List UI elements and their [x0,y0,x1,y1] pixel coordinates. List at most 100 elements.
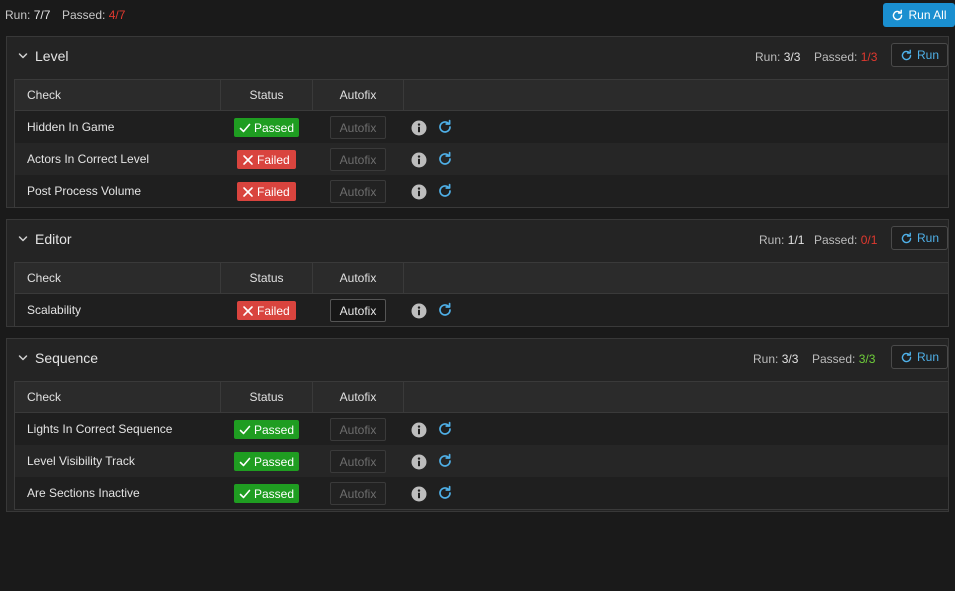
info-icon[interactable] [411,422,427,438]
chevron-down-icon[interactable] [17,352,29,364]
section-level: Level Run: 3/3 Passed: 1/3 Run Check Sta… [6,36,949,208]
refresh-icon[interactable] [437,302,453,318]
status-badge: Failed [237,182,296,201]
x-icon [242,154,254,166]
refresh-icon[interactable] [437,151,453,167]
status-badge: Passed [234,118,299,137]
column-check[interactable]: Check [27,80,61,110]
section-header[interactable]: Editor Run: 1/1 Passed: 0/1 Run [7,220,948,260]
check-icon [239,424,251,436]
autofix-button[interactable]: Autofix [330,299,386,322]
run-button-label: Run [916,48,939,62]
refresh-icon[interactable] [437,421,453,437]
info-icon[interactable] [411,120,427,136]
checks-table: Check Status Autofix Lights In Correct S… [14,381,949,510]
section-passed-label: Passed: [812,352,856,366]
autofix-button: Autofix [330,116,386,139]
section-passed-value: 1/3 [860,50,878,64]
run-button[interactable]: Run [891,226,948,250]
autofix-button: Autofix [330,180,386,203]
refresh-icon[interactable] [437,183,453,199]
section-run-stat: Run: 3/3 [753,352,798,366]
checks-table: Check Status Autofix Scalability Failed … [14,262,949,327]
table-row: Post Process Volume Failed Autofix [15,175,948,207]
refresh-icon[interactable] [437,119,453,135]
status-label: Passed [253,454,294,469]
summary-passed-label: Passed: [62,8,106,22]
status-badge: Failed [237,301,296,320]
section-sequence: Sequence Run: 3/3 Passed: 3/3 Run Check … [6,338,949,512]
table-row: Hidden In Game Passed Autofix [15,111,948,143]
column-autofix[interactable]: Autofix [312,80,403,110]
refresh-icon [891,9,904,22]
column-actions [403,382,404,412]
column-status[interactable]: Status [220,382,312,412]
chevron-down-icon[interactable] [17,233,29,245]
check-name: Post Process Volume [27,184,142,198]
autofix-button: Autofix [330,418,386,441]
column-status[interactable]: Status [220,263,312,293]
check-icon [239,488,251,500]
table-row: Level Visibility Track Passed Autofix [15,445,948,477]
section-title: Editor [35,231,72,247]
info-icon[interactable] [411,303,427,319]
refresh-icon[interactable] [437,485,453,501]
check-name: Level Visibility Track [27,454,135,468]
status-label: Failed [257,303,290,318]
table-row: Scalability Failed Autofix [15,294,948,326]
check-name: Hidden In Game [27,120,115,134]
run-all-label: Run All [908,8,947,22]
section-title: Sequence [35,350,99,366]
info-icon[interactable] [411,486,427,502]
section-header[interactable]: Sequence Run: 3/3 Passed: 3/3 Run [7,339,948,379]
refresh-icon[interactable] [437,453,453,469]
section-run-label: Run: [759,233,785,247]
info-icon[interactable] [411,454,427,470]
section-passed-value: 3/3 [858,352,876,366]
run-all-button[interactable]: Run All [883,3,955,27]
summary-run-value: 7/7 [33,8,51,22]
check-name: Scalability [27,303,82,317]
info-icon[interactable] [411,152,427,168]
autofix-button: Autofix [330,148,386,171]
column-status[interactable]: Status [220,80,312,110]
summary-run-label: Run: [5,8,31,22]
check-icon [239,456,251,468]
section-run-value: 1/1 [787,233,805,247]
status-badge: Passed [234,452,299,471]
check-name: Actors In Correct Level [27,152,150,166]
summary-passed: Passed: 4/7 [62,8,125,22]
run-button[interactable]: Run [891,345,948,369]
run-button-label: Run [916,350,939,364]
column-autofix[interactable]: Autofix [312,263,403,293]
section-passed-label: Passed: [814,233,858,247]
section-run-stat: Run: 1/1 [759,233,804,247]
status-label: Passed [253,486,294,501]
section-passed-stat: Passed: 0/1 [814,233,877,247]
table-row: Lights In Correct Sequence Passed Autofi… [15,413,948,445]
check-name: Lights In Correct Sequence [27,422,173,436]
status-badge: Passed [234,484,299,503]
autofix-button: Autofix [330,482,386,505]
checks-table: Check Status Autofix Hidden In Game Pass… [14,79,949,208]
table-row: Are Sections Inactive Passed Autofix [15,477,948,509]
column-check[interactable]: Check [27,263,61,293]
column-autofix[interactable]: Autofix [312,382,403,412]
run-button[interactable]: Run [891,43,948,67]
column-actions [403,263,404,293]
section-passed-stat: Passed: 1/3 [814,50,877,64]
table-header: Check Status Autofix [15,382,948,413]
refresh-icon [900,49,913,62]
column-actions [403,80,404,110]
chevron-down-icon[interactable] [17,50,29,62]
check-icon [239,122,251,134]
section-passed-label: Passed: [814,50,858,64]
table-header: Check Status Autofix [15,263,948,294]
status-badge: Failed [237,150,296,169]
column-check[interactable]: Check [27,382,61,412]
section-editor: Editor Run: 1/1 Passed: 0/1 Run Check St… [6,219,949,327]
section-run-value: 3/3 [783,50,801,64]
table-row: Actors In Correct Level Failed Autofix [15,143,948,175]
section-header[interactable]: Level Run: 3/3 Passed: 1/3 Run [7,37,948,77]
info-icon[interactable] [411,184,427,200]
